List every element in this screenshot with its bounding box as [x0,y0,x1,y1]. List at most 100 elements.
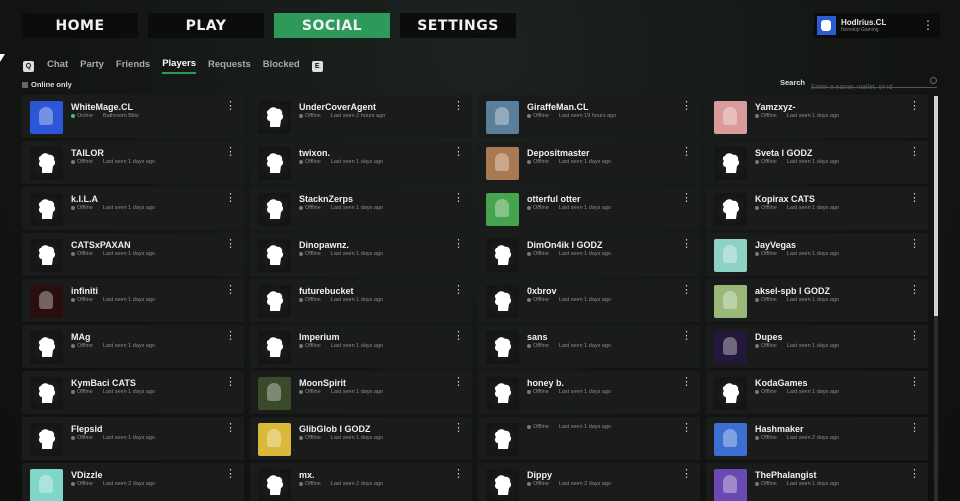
player-card[interactable]: MAg Offline Last seen 1 days ago ⋮ [22,325,244,368]
player-menu-icon[interactable]: ⋮ [225,239,236,250]
player-menu-icon[interactable]: ⋮ [681,377,692,388]
status-detail: Last seen 1 days ago [102,205,156,211]
player-menu-icon[interactable]: ⋮ [453,285,464,296]
next-tab-key-icon[interactable]: E [311,60,323,72]
player-menu-icon[interactable]: ⋮ [225,147,236,158]
scrollbar[interactable] [934,96,938,501]
player-card[interactable]: Kopirax CATS Offline Last seen 1 days ago ⋮ [706,187,928,230]
status-detail: Last seen 1 days ago [102,297,156,303]
player-menu-icon[interactable]: ⋮ [681,285,692,296]
player-card[interactable]: Dupes Offline Last seen 1 days ago ⋮ [706,325,928,368]
player-card[interactable]: JayVegas Offline Last seen 1 days ago ⋮ [706,233,928,276]
player-menu-icon[interactable]: ⋮ [225,101,236,112]
player-menu-icon[interactable]: ⋮ [453,331,464,342]
player-menu-icon[interactable]: ⋮ [453,423,464,434]
player-card[interactable]: infiniti Offline Last seen 1 days ago ⋮ [22,279,244,322]
status-detail: Last seen 1 days ago [330,297,384,303]
player-card[interactable]: StacknZerps Offline Last seen 1 days ago ⋮ [250,187,472,230]
player-menu-icon[interactable]: ⋮ [909,331,920,342]
default-avatar-icon [722,383,740,403]
profile-card[interactable]: Hodlrius.CL Nonstop Gaming ⋮ [814,13,940,38]
player-card[interactable]: Flepsid Offline Last seen 1 days ago ⋮ [22,417,244,460]
tab-blocked[interactable]: Blocked [263,59,300,73]
player-card[interactable]: WhiteMage.CL Online Bathroom Blitz ⋮ [22,95,244,138]
player-card[interactable]: twixon. Offline Last seen 1 days ago ⋮ [250,141,472,184]
player-menu-icon[interactable]: ⋮ [225,285,236,296]
player-card[interactable]: KodaGames Offline Last seen 1 days ago ⋮ [706,371,928,414]
player-menu-icon[interactable]: ⋮ [453,239,464,250]
player-menu-icon[interactable]: ⋮ [225,331,236,342]
player-menu-icon[interactable]: ⋮ [681,101,692,112]
checkbox-icon[interactable] [22,81,28,88]
player-menu-icon[interactable]: ⋮ [681,331,692,342]
player-card[interactable]: sans Offline Last seen 1 days ago ⋮ [478,325,700,368]
player-card[interactable]: Hashmaker Offline Last seen 2 days ago ⋮ [706,417,928,460]
player-card[interactable]: GlibGlob l GODZ Offline Last seen 1 days a… [250,417,472,460]
player-card[interactable]: Imperium Offline Last seen 1 days ago ⋮ [250,325,472,368]
nav-play-button[interactable]: PLAY [148,13,264,38]
player-menu-icon[interactable]: ⋮ [681,469,692,480]
prev-tab-key-icon[interactable]: Q [23,60,34,72]
player-card[interactable]: mx. Offline Last seen 2 days ago ⋮ [250,463,472,501]
player-menu-icon[interactable]: ⋮ [453,469,464,480]
search-input[interactable] [811,84,922,91]
player-menu-icon[interactable]: ⋮ [681,239,692,250]
player-menu-icon[interactable]: ⋮ [225,377,236,388]
tab-party[interactable]: Party [80,59,104,73]
tab-chat[interactable]: Chat [47,59,68,73]
player-menu-icon[interactable]: ⋮ [453,377,464,388]
player-menu-icon[interactable]: ⋮ [909,193,920,204]
player-card[interactable]: Depositmaster Offline Last seen 1 days ago… [478,141,700,184]
player-card[interactable]: Yamzxyz- Offline Last seen 1 days ago ⋮ [706,95,928,138]
default-avatar-icon [266,107,284,127]
player-menu-icon[interactable]: ⋮ [909,285,920,296]
nav-social-button[interactable]: SOCIAL [274,13,390,38]
player-card[interactable]: Dippy Offline Last seen 2 days ago ⋮ [478,463,700,501]
player-menu-icon[interactable]: ⋮ [909,239,920,250]
player-card[interactable]: otterful otter Offline Last seen 1 days ag… [478,187,700,230]
nav-home-button[interactable]: HOME [22,13,138,38]
nav-settings-button[interactable]: SETTINGS [400,13,516,38]
player-menu-icon[interactable]: ⋮ [453,101,464,112]
player-card[interactable]: TAILOR Offline Last seen 1 days ago ⋮ [22,141,244,184]
player-menu-icon[interactable]: ⋮ [225,423,236,434]
search-icon[interactable] [930,77,938,84]
player-card[interactable]: CATSxPAXAN Offline Last seen 1 days ago ⋮ [22,233,244,276]
player-menu-icon[interactable]: ⋮ [681,147,692,158]
player-menu-icon[interactable]: ⋮ [909,147,920,158]
player-card[interactable]: Offline Last seen 1 days ago ⋮ [478,417,700,460]
player-menu-icon[interactable]: ⋮ [909,423,920,434]
player-card[interactable]: ThePhalangist Offline Last seen 1 days ago… [706,463,928,501]
player-card[interactable]: MoonSpirit Offline Last seen 1 days ago ⋮ [250,371,472,414]
player-card[interactable]: GiraffeMan.CL Offline Last seen 19 hours a… [478,95,700,138]
player-menu-icon[interactable]: ⋮ [453,147,464,158]
player-card[interactable]: UnderCoverAgent Offline Last seen 2 hours … [250,95,472,138]
player-card[interactable]: k.I.L.A Offline Last seen 1 days ago ⋮ [22,187,244,230]
player-menu-icon[interactable]: ⋮ [909,101,920,112]
profile-menu-icon[interactable]: ⋮ [922,18,934,32]
player-card[interactable]: KymBaci CATS Offline Last seen 1 days ago ⋮ [22,371,244,414]
tab-players[interactable]: Players [162,58,197,74]
player-card[interactable]: honey b. Offline Last seen 1 days ago ⋮ [478,371,700,414]
player-menu-icon[interactable]: ⋮ [681,423,692,434]
scrollbar-thumb[interactable] [934,96,938,316]
player-card[interactable]: aksel-spb l GODZ Offline Last seen 1 days … [706,279,928,322]
player-menu-icon[interactable]: ⋮ [909,469,920,480]
player-card[interactable]: Sveta l GODZ Offline Last seen 1 days ago ⋮ [706,141,928,184]
player-info: Yamzxyz- Offline Last seen 1 days ago [755,102,839,119]
player-card[interactable]: 0xbrov Offline Last seen 1 days ago ⋮ [478,279,700,322]
player-menu-icon[interactable]: ⋮ [681,193,692,204]
tab-requests[interactable]: Requests [208,59,251,73]
player-status: Offline Last seen 1 days ago [755,159,839,165]
player-menu-icon[interactable]: ⋮ [909,377,920,388]
player-menu-icon[interactable]: ⋮ [453,193,464,204]
player-card[interactable]: Dinopawnz. Offline Last seen 1 days ago ⋮ [250,233,472,276]
player-card[interactable]: VDizzle Offline Last seen 2 days ago ⋮ [22,463,244,501]
status-detail: Last seen 2 days ago [102,481,156,487]
player-card[interactable]: futurebucket Offline Last seen 1 days ago ⋮ [250,279,472,322]
player-card[interactable]: DimOn4ik l GODZ Offline Last seen 1 days a… [478,233,700,276]
player-menu-icon[interactable]: ⋮ [225,469,236,480]
player-menu-icon[interactable]: ⋮ [225,193,236,204]
online-only-toggle[interactable]: Online only [22,80,72,89]
tab-friends[interactable]: Friends [116,59,150,73]
